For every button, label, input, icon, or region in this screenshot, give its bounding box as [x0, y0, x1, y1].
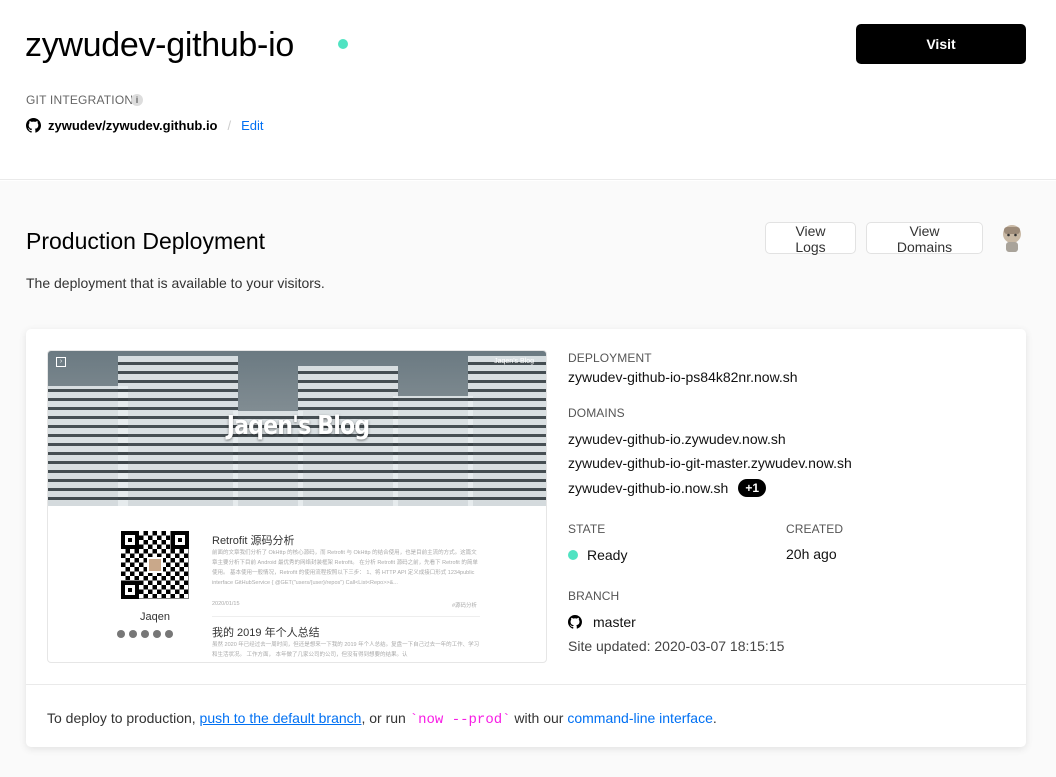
project-header: zywudev-github-io Visit GIT INTEGRATION …	[0, 0, 1056, 180]
deploy-instructions: To deploy to production, push to the def…	[47, 710, 717, 728]
git-integration-label: GIT INTEGRATION	[26, 93, 134, 107]
domain-link[interactable]: zywudev-github-io.now.sh	[568, 480, 728, 496]
wechat-icon	[141, 630, 149, 638]
avatar[interactable]	[997, 222, 1027, 254]
domain-link[interactable]: zywudev-github-io.zywudev.now.sh	[568, 431, 786, 447]
created-label: CREATED	[786, 522, 844, 536]
now-prod-command: `now --prod`	[409, 712, 511, 728]
project-title: zywudev-github-io	[25, 26, 294, 64]
github-icon	[26, 117, 41, 133]
edit-link[interactable]: Edit	[241, 118, 263, 133]
rss-icon	[165, 630, 173, 638]
deployment-card: › Jaqen's Blog Jaqen's Blog Jaqen Retrof…	[26, 329, 1026, 747]
preview-author: Jaqen	[140, 611, 170, 623]
state-value: Ready	[587, 547, 628, 563]
preview-hero: › Jaqen's Blog Jaqen's Blog	[48, 351, 546, 506]
weibo-icon	[153, 630, 161, 638]
footer-text: , or run	[361, 710, 410, 726]
deployment-label: DEPLOYMENT	[568, 351, 652, 365]
footer-text: with our	[510, 710, 568, 726]
repo-row: zywudev/zywudev.github.io / Edit	[26, 117, 264, 133]
section-title: Production Deployment	[26, 228, 266, 254]
post-title: 我的 2019 年个人总结	[212, 627, 320, 639]
post-tag: #源码分析	[452, 603, 478, 609]
footer-text: To deploy to production,	[47, 710, 200, 726]
deployment-preview[interactable]: › Jaqen's Blog Jaqen's Blog Jaqen Retrof…	[47, 350, 547, 663]
ready-status-icon	[568, 550, 578, 560]
state-label: STATE	[568, 522, 606, 536]
post-excerpt: 虽然 2020 年已经过去一周时间，但还是想来一下我的 2019 年个人总结。复…	[212, 642, 480, 658]
separator: /	[227, 117, 232, 133]
status-dot-icon	[338, 39, 348, 49]
view-logs-button[interactable]: View Logs	[765, 222, 856, 255]
repo-name[interactable]: zywudev/zywudev.github.io	[48, 118, 218, 133]
branch-label: BRANCH	[568, 589, 620, 603]
deployment-url[interactable]: zywudev-github-io-ps84k82nr.now.sh	[568, 369, 798, 385]
cli-link[interactable]: command-line interface	[567, 710, 713, 726]
site-updated: Site updated: 2020-03-07 18:15:15	[568, 638, 785, 654]
preview-brand: Jaqen's Blog	[494, 358, 534, 365]
domain-link[interactable]: zywudev-github-io-git-master.zywudev.now…	[568, 455, 852, 471]
section-subtitle: The deployment that is available to your…	[26, 275, 325, 291]
qr-code	[121, 531, 189, 599]
preview-building	[48, 386, 128, 506]
created-value: 20h ago	[786, 546, 837, 562]
card-footer: To deploy to production, push to the def…	[26, 684, 1026, 747]
post-excerpt: 前面的文章我们分析了 OkHttp 的核心源码，而 Retrofit 与 OkH…	[212, 550, 478, 586]
footer-text: .	[712, 710, 717, 726]
view-domains-button[interactable]: View Domains	[866, 222, 983, 255]
post-date: 2020/01/15	[212, 601, 240, 607]
push-default-branch-link[interactable]: push to the default branch	[200, 710, 362, 726]
post-divider	[212, 616, 480, 617]
visit-button[interactable]: Visit	[856, 24, 1026, 64]
post-title: Retrofit 源码分析	[212, 535, 295, 547]
github-icon	[129, 630, 137, 638]
more-domains-badge[interactable]: +1	[738, 479, 766, 497]
github-icon	[568, 615, 582, 629]
domains-label: DOMAINS	[568, 406, 625, 420]
domain-row: zywudev-github-io.now.sh +1	[568, 479, 766, 497]
menu-icon: ›	[56, 357, 66, 367]
branch-value[interactable]: master	[593, 614, 636, 630]
info-icon[interactable]: i	[131, 94, 143, 106]
social-icons	[117, 630, 173, 638]
preview-hero-title: Jaqen's Blog	[226, 411, 370, 441]
mail-icon	[117, 630, 125, 638]
